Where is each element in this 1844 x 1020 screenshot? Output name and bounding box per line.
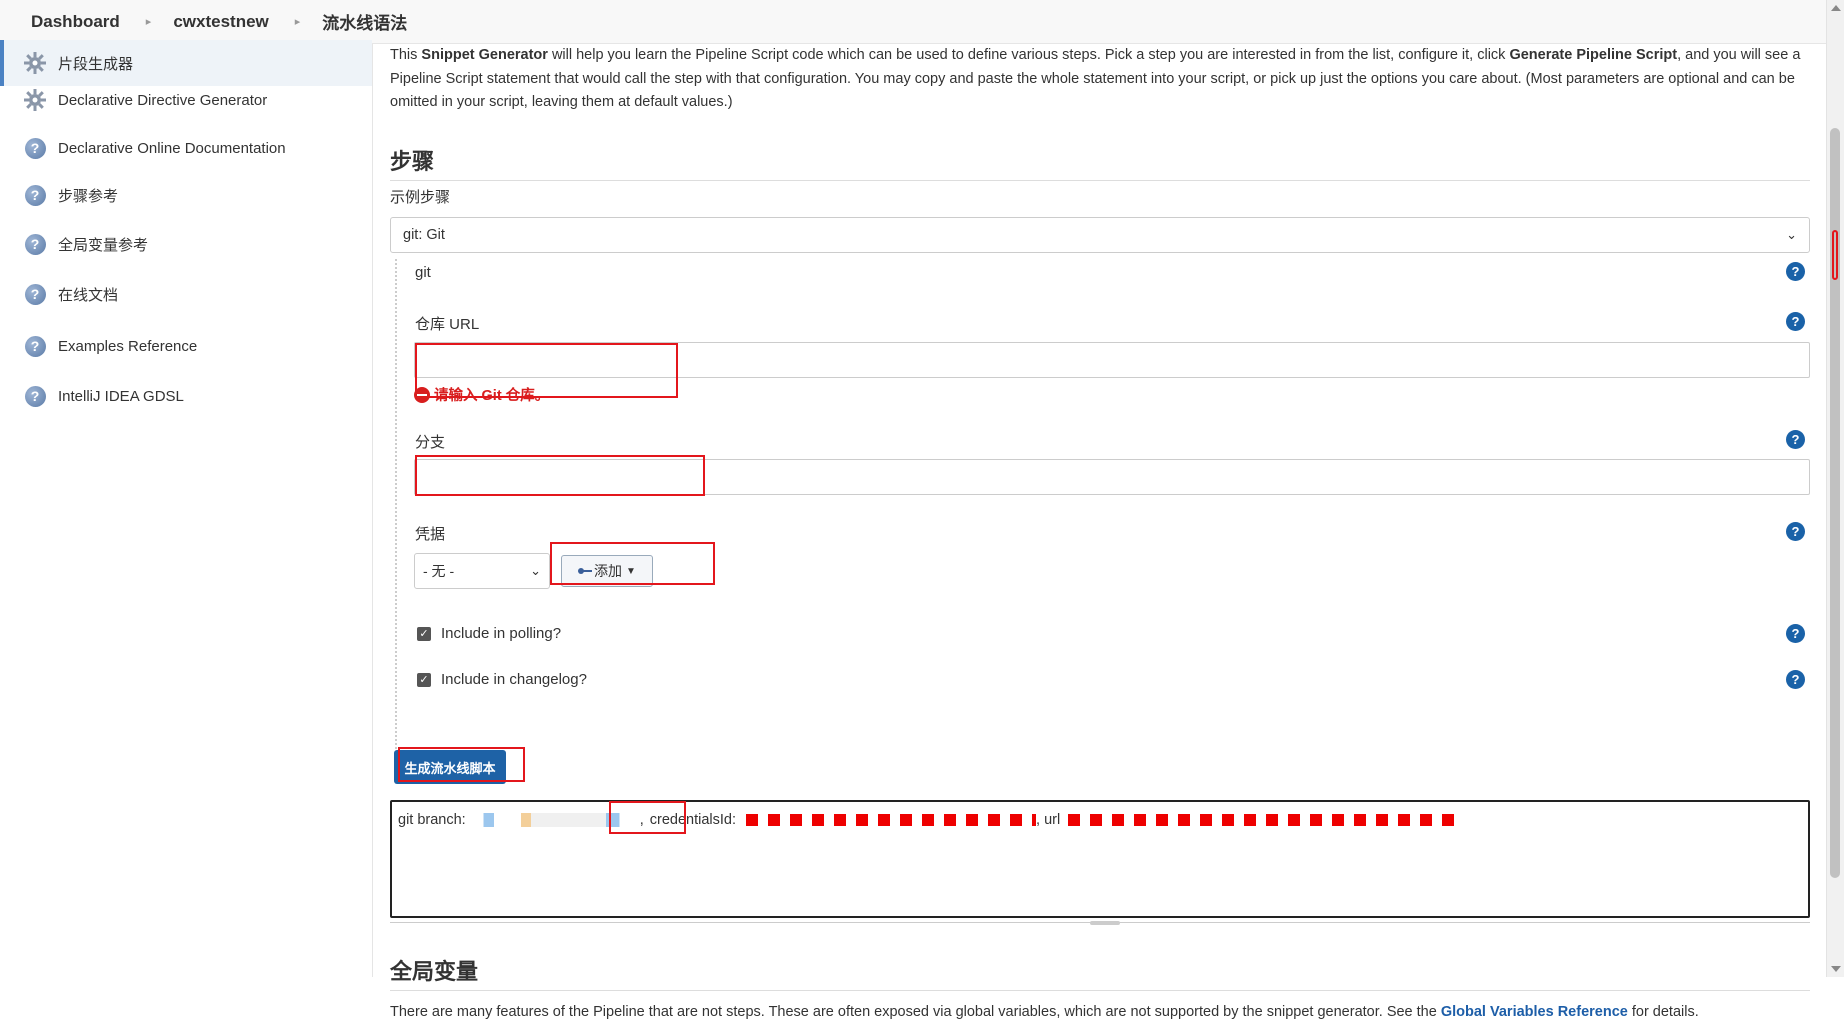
sidebar-item-label: Declarative Online Documentation: [58, 139, 286, 157]
scroll-down-arrow-icon[interactable]: [1831, 966, 1841, 972]
key-icon: [578, 568, 593, 574]
help-icon: ?: [22, 281, 48, 307]
include-changelog-checkbox[interactable]: ✓ Include in changelog?: [417, 671, 587, 688]
intro-snippet-generator: Snippet Generator: [421, 47, 548, 63]
include-polling-checkbox[interactable]: ✓ Include in polling?: [417, 625, 561, 642]
help-icon: ?: [22, 333, 48, 359]
sidebar-item-label: Declarative Directive Generator: [58, 91, 268, 109]
gear-icon: [22, 87, 48, 113]
page-scrollbar[interactable]: [1826, 0, 1844, 977]
redacted-url: [1068, 814, 1459, 827]
intro-paragraph: This Snippet Generator will help you lea…: [390, 47, 1801, 110]
branch-input[interactable]: [414, 459, 1810, 495]
output-prefix: git branch:: [398, 812, 470, 828]
caret-down-icon: ▼: [626, 565, 636, 577]
sidebar-item-examples-reference[interactable]: ? Examples Reference: [0, 323, 372, 369]
help-icon: ?: [22, 182, 48, 208]
checkbox-checked-icon: ✓: [417, 626, 431, 641]
sidebar: 片段生成器 Declarative Directive Generator ? …: [0, 40, 373, 977]
steps-heading: 步骤: [390, 144, 1810, 181]
repo-url-help-icon[interactable]: ?: [1786, 312, 1805, 331]
add-credentials-button[interactable]: 添加 ▼: [561, 555, 653, 587]
redacted-branch: [469, 813, 640, 828]
sidebar-item-online-documentation[interactable]: ? Declarative Online Documentation: [0, 125, 372, 171]
breadcrumb-job[interactable]: cwxtestnew: [173, 12, 268, 32]
repo-url-input[interactable]: [414, 342, 1810, 378]
sidebar-item-steps-reference[interactable]: ? 步骤参考: [0, 172, 372, 218]
breadcrumb-separator-icon: ▸: [294, 16, 301, 28]
output-credentials: credentialsId:: [649, 812, 737, 828]
branch-help-icon[interactable]: ?: [1786, 430, 1805, 449]
sidebar-item-label: IntelliJ IDEA GDSL: [58, 387, 184, 405]
config-group-border: [395, 259, 397, 769]
sidebar-item-global-variables-reference[interactable]: ? 全局变量参考: [0, 221, 372, 267]
help-icon: ?: [22, 231, 48, 257]
global-variables-heading: 全局变量: [390, 954, 1810, 991]
chevron-down-icon: ⌄: [1786, 227, 1797, 242]
sidebar-item-label: 全局变量参考: [58, 236, 149, 254]
sidebar-item-directive-generator[interactable]: Declarative Directive Generator: [0, 77, 372, 123]
git-label: git: [415, 264, 431, 281]
sidebar-item-intellij-gdsl[interactable]: ? IntelliJ IDEA GDSL: [0, 373, 372, 419]
credentials-help-icon[interactable]: ?: [1786, 522, 1805, 541]
global-variables-text: There are many features of the Pipeline …: [390, 1004, 1699, 1020]
intro-generate-pipeline-script: Generate Pipeline Script: [1509, 47, 1678, 63]
credentials-value: - 无 -: [423, 563, 455, 579]
generate-pipeline-script-button[interactable]: 生成流水线脚本: [394, 750, 506, 784]
repo-url-error: 请输入 Git 仓库。: [414, 384, 549, 405]
sidebar-item-label: 在线文档: [58, 286, 119, 304]
gear-icon: [22, 50, 48, 76]
sample-step-label: 示例步骤: [390, 189, 451, 206]
repo-url-label: 仓库 URL: [415, 316, 480, 333]
error-icon: [414, 386, 430, 403]
polling-help-icon[interactable]: ?: [1786, 624, 1805, 643]
sidebar-item-label: Examples Reference: [58, 337, 198, 355]
credentials-label: 凭据: [415, 526, 446, 543]
breadcrumb-separator-icon: ▸: [145, 16, 152, 28]
help-icon: ?: [22, 135, 48, 161]
sample-step-value: git: Git: [403, 227, 445, 243]
sample-step-select[interactable]: git: Git ⌄: [390, 217, 1810, 253]
sidebar-item-label: 步骤参考: [58, 187, 119, 205]
output-url: , url: [1036, 812, 1061, 828]
pipeline-script-output[interactable]: git branch: , credentialsId:, url: [390, 800, 1810, 918]
global-variables-reference-link[interactable]: Global Variables Reference: [1441, 1004, 1628, 1020]
changelog-help-icon[interactable]: ?: [1786, 670, 1805, 689]
git-help-icon[interactable]: ?: [1786, 262, 1805, 281]
credentials-select[interactable]: - 无 - ⌄: [414, 553, 550, 589]
breadcrumb-pipeline-syntax[interactable]: 流水线语法: [322, 9, 407, 34]
sidebar-item-label: 片段生成器: [58, 55, 134, 73]
chevron-down-icon: ⌄: [530, 563, 541, 578]
checkbox-checked-icon: ✓: [417, 672, 431, 687]
breadcrumb-dashboard[interactable]: Dashboard: [31, 12, 120, 32]
redacted-credentials: [746, 814, 1037, 827]
breadcrumb: Dashboard ▸ cwxtestnew ▸ 流水线语法: [0, 0, 1844, 44]
branch-label: 分支: [415, 434, 446, 451]
highlight-box: [1832, 230, 1838, 280]
scroll-up-arrow-icon[interactable]: [1831, 5, 1841, 11]
sidebar-item-online-docs[interactable]: ? 在线文档: [0, 271, 372, 317]
resize-grip-icon[interactable]: [1090, 921, 1120, 925]
help-icon: ?: [22, 383, 48, 409]
